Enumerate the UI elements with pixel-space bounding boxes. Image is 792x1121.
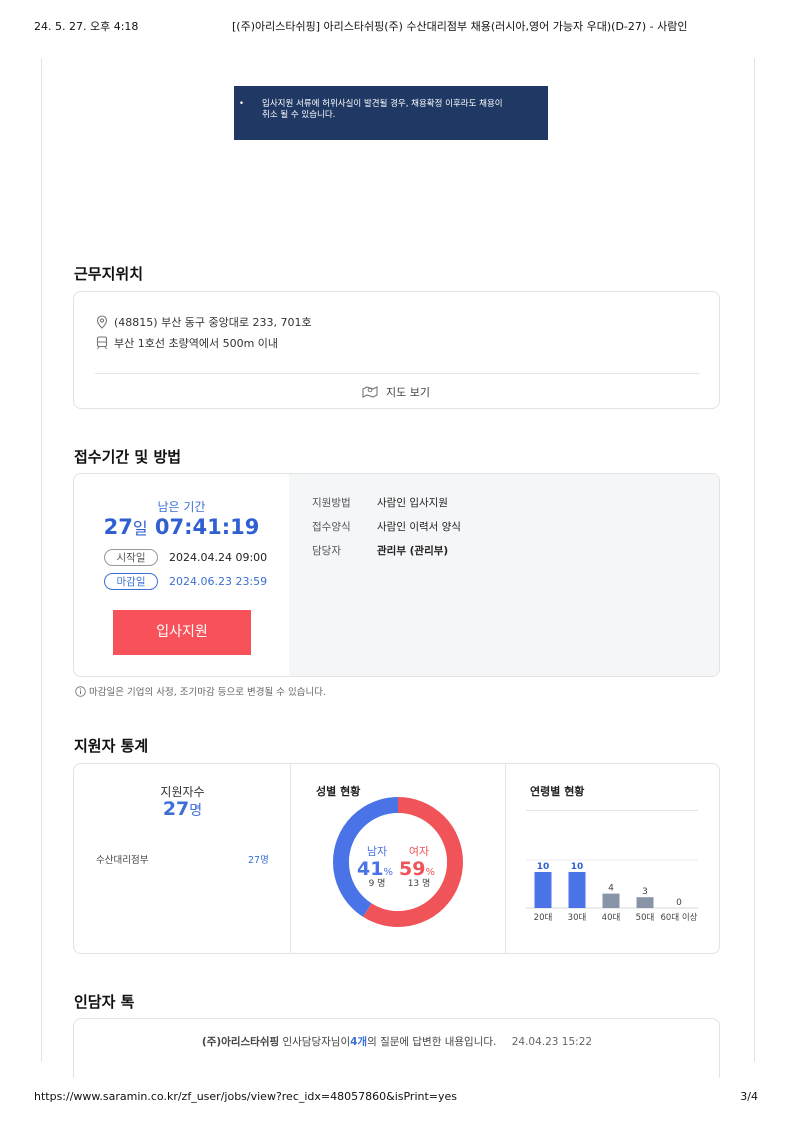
map-icon <box>362 386 378 398</box>
talk-summary: (주)아리스타쉬핑 인사담당자님이4개의 질문에 답변한 내용입니다. 24.0… <box>74 1034 720 1049</box>
applicants-value: 27 <box>162 798 190 820</box>
talk-date: 24.04.23 15:22 <box>511 1036 593 1048</box>
male-count: 9 명 <box>369 878 386 889</box>
contact-value: 관리부 (관리부) <box>377 545 449 557</box>
notice-banner: • 입사지원 서류에 허위사실이 발견될 경우, 채용확정 이후라도 채용이 취… <box>234 86 548 140</box>
dept-name: 수산대리점부 <box>96 855 149 866</box>
address-text: (48815) 부산 동구 중앙대로 233, 701호 <box>114 316 312 329</box>
category-label: 30대 <box>568 913 587 923</box>
stats-heading: 지원자 통계 <box>74 737 149 755</box>
bar-40대 <box>602 893 620 908</box>
female-count: 13 명 <box>408 878 431 889</box>
notice-line-1: 입사지원 서류에 허위사실이 발견될 경우, 채용확정 이후라도 채용이 <box>262 99 503 109</box>
remaining-days-unit: 일 <box>132 519 148 538</box>
remaining-days: 27 <box>103 515 133 539</box>
female-label: 여자 <box>409 845 429 858</box>
print-header: 24. 5. 27. 오후 4:18 [(주)아리스타쉬핑] 아리스타쉬핑(주)… <box>34 18 758 34</box>
bar-30대 <box>568 872 586 908</box>
method-label: 지원방법 <box>312 497 351 509</box>
subway-line: 부산 1호선 초량역에서 500m 이내 <box>96 335 278 351</box>
age-bar-chart: 10 20대 10 30대 4 40대 3 50대 0 60대 이상 <box>526 859 698 923</box>
talk-text-1: 인사담당자님이 <box>282 1036 351 1048</box>
bar-50대 <box>636 897 654 908</box>
method-value: 사람인 입사지원 <box>377 497 448 509</box>
remaining-clock: 07:41:19 <box>154 515 260 539</box>
end-date: 2024.06.23 23:59 <box>169 575 268 588</box>
start-date: 2024.04.24 09:00 <box>169 551 268 564</box>
gender-donut-chart: 남자41%9 명여자59%13 명 <box>333 797 463 927</box>
remaining-label: 남은 기간 <box>157 500 206 514</box>
notice-bullet: • <box>239 99 245 109</box>
form-label: 접수양식 <box>312 521 351 533</box>
application-heading: 접수기간 및 방법 <box>74 448 182 466</box>
bar-value-label: 0 <box>676 898 682 908</box>
subway-icon <box>96 336 108 350</box>
form-value: 사람인 이력서 양식 <box>377 521 461 533</box>
print-title: [(주)아리스타쉬핑] 아리스타쉬핑(주) 수산대리점부 채용(러시아,영어 가… <box>232 20 688 33</box>
application-info-pane <box>289 474 719 676</box>
divider <box>95 373 699 374</box>
bar-value-label: 10 <box>571 862 584 872</box>
dept-count: 27명 <box>248 855 269 866</box>
address-line: (48815) 부산 동구 중앙대로 233, 701호 <box>96 314 312 330</box>
divider <box>505 764 506 954</box>
talk-company: (주)아리스타쉬핑 <box>201 1036 280 1048</box>
subway-text: 부산 1호선 초량역에서 500m 이내 <box>114 337 279 350</box>
remaining-time: 27일 07:41:19 <box>74 515 289 539</box>
deadline-note: 마감일은 기업의 사정, 조기마감 등으로 변경될 수 있습니다. <box>75 684 326 698</box>
applicants-unit: 명 <box>189 803 203 819</box>
divider <box>526 810 698 811</box>
location-pin-icon <box>96 315 108 329</box>
applicants-count: 27명 <box>74 798 291 820</box>
end-date-badge: 마감일 <box>104 573 158 590</box>
page-number: 3/4 <box>740 1090 758 1103</box>
talk-heading: 인담자 톡 <box>74 993 135 1011</box>
talk-text-2: 의 질문에 답변한 내용입니다. <box>367 1036 497 1048</box>
map-view-button[interactable]: 지도 보기 <box>362 384 430 400</box>
notice-line-2: 취소 될 수 있습니다. <box>262 110 336 120</box>
bar-value-label: 10 <box>537 862 550 872</box>
info-icon <box>75 686 86 697</box>
print-url: https://www.saramin.co.kr/zf_user/jobs/v… <box>34 1090 458 1103</box>
category-label: 40대 <box>602 913 621 923</box>
map-view-label[interactable]: 지도 보기 <box>386 386 430 399</box>
location-heading: 근무지위치 <box>74 265 144 283</box>
bar-value-label: 4 <box>608 884 614 894</box>
age-chart-title: 연령별 현황 <box>530 785 585 798</box>
bar-20대 <box>534 872 552 908</box>
apply-button[interactable]: 입사지원 <box>113 610 251 655</box>
bar-value-label: 3 <box>642 887 648 897</box>
category-label: 60대 이상 <box>661 912 698 923</box>
print-datetime: 24. 5. 27. 오후 4:18 <box>34 20 139 33</box>
category-label: 20대 <box>534 913 553 923</box>
talk-count: 4개 <box>350 1036 368 1048</box>
deadline-note-text: 마감일은 기업의 사정, 조기마감 등으로 변경될 수 있습니다. <box>89 687 326 698</box>
contact-label: 담당자 <box>312 545 341 557</box>
male-label: 남자 <box>367 845 387 858</box>
start-date-badge: 시작일 <box>104 549 158 566</box>
category-label: 50대 <box>636 913 655 923</box>
